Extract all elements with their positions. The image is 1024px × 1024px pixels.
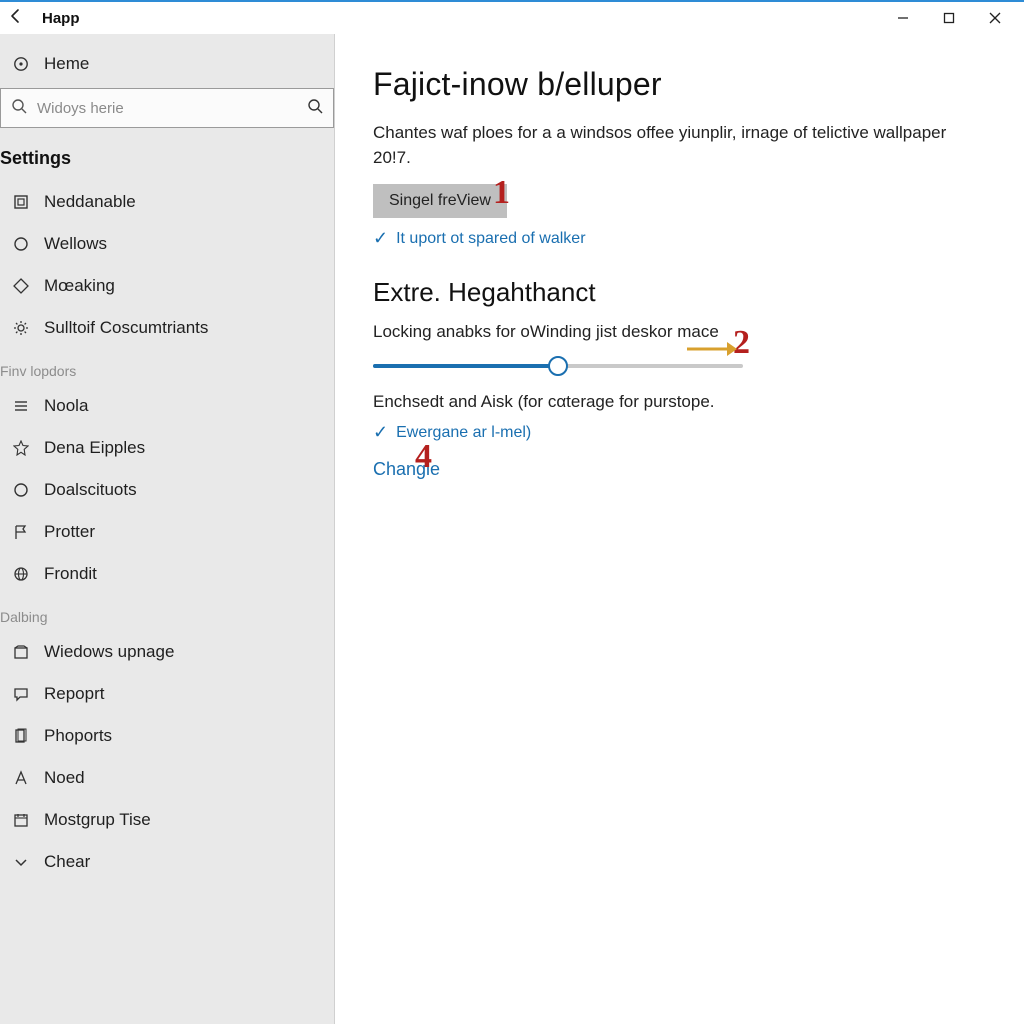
flag-icon [12, 524, 30, 540]
sidebar-item-label: Frondit [44, 564, 97, 584]
sidebar-item-label: Neddanable [44, 192, 136, 212]
sidebar-item-wiedows-upnage[interactable]: Wiedows upnage [0, 631, 334, 673]
sidebar-item-dena[interactable]: Dena Eipples [0, 427, 334, 469]
sidebar-item-label: Mœaking [44, 276, 115, 296]
sidebar-item-label: Doalscituots [44, 480, 137, 500]
back-button[interactable] [2, 8, 30, 29]
circle-icon [12, 482, 30, 498]
minimize-button[interactable] [880, 2, 926, 34]
search-input[interactable] [37, 100, 297, 117]
letter-icon [12, 770, 30, 786]
page-title: Fajict-inow b/elluper [373, 66, 982, 103]
sidebar-item-noed[interactable]: Noed [0, 757, 334, 799]
section-heading: Extre. Hegahthanct [373, 277, 982, 308]
diamond-icon [12, 278, 30, 294]
home-label: Heme [44, 54, 89, 74]
home-nav[interactable]: Heme [0, 44, 334, 88]
sidebar-item-label: Protter [44, 522, 95, 542]
sidebar-item-repoprt[interactable]: Repoprt [0, 673, 334, 715]
sidebar-item-label: Sulltoif Coscumtriants [44, 318, 208, 338]
sidebar-item-noola[interactable]: Noola [0, 385, 334, 427]
circle-icon [12, 236, 30, 252]
body: Heme Settings Neddanable Wellows [0, 34, 1024, 1024]
slider-fill [373, 364, 558, 368]
sidebar-item-label: Wellows [44, 234, 107, 254]
document-icon [12, 728, 30, 744]
slider[interactable] [373, 352, 743, 380]
sidebar-item-doalscituots[interactable]: Doalscituots [0, 469, 334, 511]
sidebar-item-label: Noed [44, 768, 85, 788]
sidebar-item-mostgrup[interactable]: Mostgrup Tise [0, 799, 334, 841]
status-line-1: ✓ It uport ot spared of walker [373, 228, 982, 249]
main-content: Fajict-inow b/elluper Chantes waf ploes … [335, 34, 1024, 1024]
close-button[interactable] [972, 2, 1018, 34]
sidebar-item-label: Noola [44, 396, 88, 416]
sidebar-item-label: Phoports [44, 726, 112, 746]
app-title: Happ [42, 10, 80, 27]
home-icon [12, 56, 30, 72]
settings-window: Happ Heme [0, 0, 1024, 1024]
sidebar-item-label: Dena Eipples [44, 438, 145, 458]
page-description: Chantes waf ploes for a a windsos offee … [373, 121, 973, 170]
search-box[interactable] [0, 88, 334, 128]
sidebar-item-neddanable[interactable]: Neddanable [0, 181, 334, 223]
slider-label: Locking anabks for oWinding jist deskor … [373, 322, 982, 342]
slider-thumb[interactable] [548, 356, 568, 376]
sidebar-item-wellows[interactable]: Wellows [0, 223, 334, 265]
group-label-c: Dalbing [0, 595, 334, 631]
sidebar-item-label: Chear [44, 852, 90, 872]
status-text: It uport ot spared of walker [396, 230, 585, 248]
calendar-icon [12, 812, 30, 828]
gear-icon [12, 320, 30, 336]
status-text: Ewergane ar l-mel) [396, 424, 531, 442]
check-icon: ✓ [373, 228, 388, 249]
chat-icon [12, 686, 30, 702]
check-icon: ✓ [373, 422, 388, 443]
settings-header: Settings [0, 142, 334, 181]
group-label-b: Finv lopdors [0, 349, 334, 385]
sidebar-item-moeaking[interactable]: Mœaking [0, 265, 334, 307]
single-view-button[interactable]: Singel freView [373, 184, 507, 218]
chevron-down-icon [12, 854, 30, 870]
titlebar: Happ [0, 2, 1024, 34]
sidebar: Heme Settings Neddanable Wellows [0, 34, 335, 1024]
globe-icon [12, 566, 30, 582]
sidebar-item-chear[interactable]: Chear [0, 841, 334, 883]
square-icon [12, 194, 30, 210]
sidebar-item-protter[interactable]: Protter [0, 511, 334, 553]
sidebar-item-phoports[interactable]: Phoports [0, 715, 334, 757]
search-icon [11, 98, 27, 119]
window-controls [880, 2, 1018, 34]
sidebar-item-sulltoif[interactable]: Sulltoif Coscumtriants [0, 307, 334, 349]
star-icon [12, 440, 30, 456]
sidebar-item-label: Wiedows upnage [44, 642, 174, 662]
maximize-button[interactable] [926, 2, 972, 34]
status-line-2: ✓ Ewergane ar l-mel) [373, 422, 982, 443]
sidebar-item-frondit[interactable]: Frondit [0, 553, 334, 595]
titlebar-left: Happ [2, 8, 80, 29]
search-submit-icon[interactable] [307, 98, 323, 119]
body-text-2: Enchsedt and Aisk (for cαterage for purs… [373, 392, 982, 412]
sidebar-item-label: Mostgrup Tise [44, 810, 151, 830]
package-icon [12, 644, 30, 660]
sidebar-item-label: Repoprt [44, 684, 104, 704]
change-link[interactable]: Changle [373, 459, 440, 479]
list-icon [12, 398, 30, 414]
